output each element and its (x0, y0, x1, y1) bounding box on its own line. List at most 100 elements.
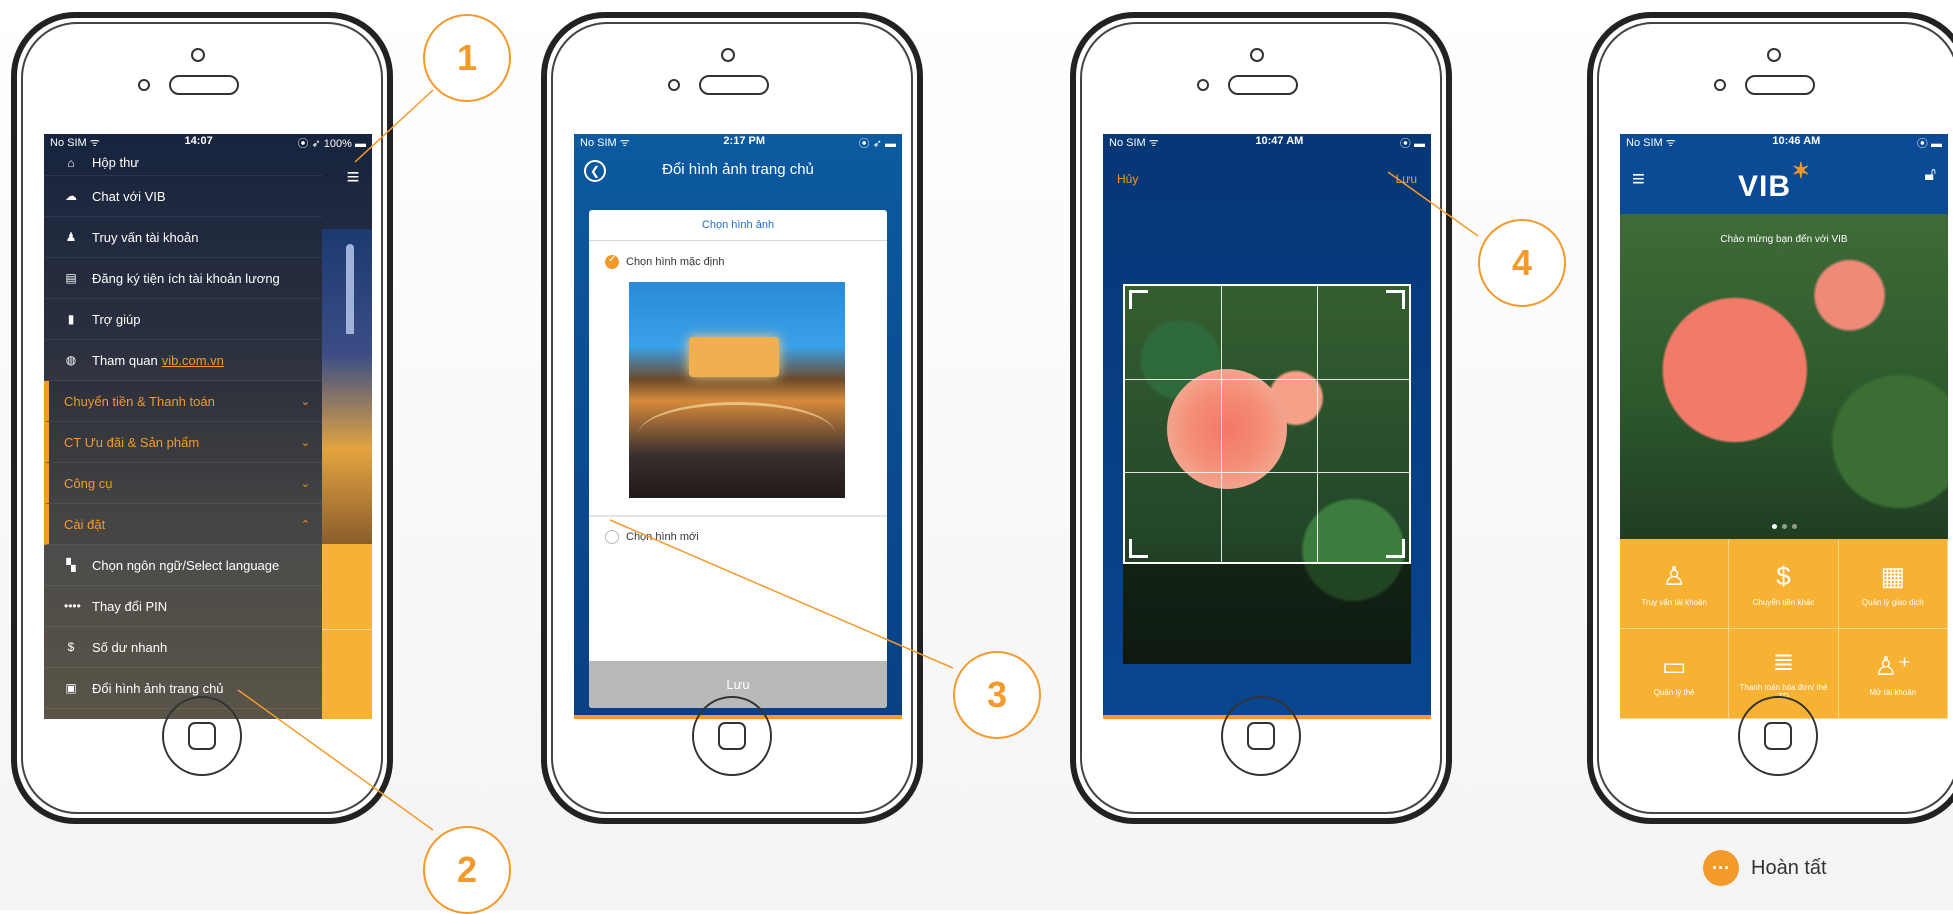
radio-unchecked-icon[interactable] (605, 530, 619, 544)
help-icon: ▮ (67, 312, 75, 326)
menu-item[interactable]: $ Số dư nhanh (44, 627, 322, 668)
status-right: ⦿ ➶ ▬ (858, 138, 896, 150)
grid-line (1221, 286, 1222, 562)
crop-dim-area (1123, 564, 1411, 664)
menu-item[interactable]: Cài đặt ⌃ (44, 504, 322, 545)
menu-item[interactable]: Công cụ ⌄ (44, 463, 322, 504)
image-icon: ▣ (65, 681, 77, 695)
crop-handle[interactable] (1129, 539, 1148, 558)
sensor-icon (668, 79, 680, 91)
grid-line (1125, 472, 1409, 473)
done-label: Hoàn tất (1751, 856, 1827, 879)
default-photo (629, 282, 845, 498)
status-bar: No SIM ᯤ 10:47 AM ⦿ ▬ (1103, 134, 1431, 150)
radio-checked-icon[interactable] (605, 254, 619, 269)
card-icon: ▭ (1661, 650, 1687, 681)
menu-item[interactable]: •••• Thay đổi PIN (44, 586, 322, 627)
option-new-label: Chọn hình mới (626, 531, 699, 543)
chevron-icon: ⌃ (300, 518, 310, 531)
tile-label: Mở tài khoản (1869, 687, 1917, 697)
menu-item[interactable]: ◍ Tham quan vib.com.vn (44, 340, 322, 381)
status-bar: No SIM ᯤ 14:07 ⦿ ➶ 100% ▬ (44, 134, 372, 150)
menu-item[interactable]: CT Ưu đãi & Sản phẩm ⌄ (44, 422, 322, 463)
camera-icon (1767, 48, 1781, 62)
grid-line (1125, 379, 1409, 380)
status-carrier: No SIM ᯤ (1109, 137, 1159, 149)
quick-action-tile[interactable]: $ Chuyển tiền khác (1729, 539, 1839, 629)
menu-item[interactable]: ▚ Chọn ngôn ngữ/Select language (44, 545, 322, 586)
lock-icon[interactable]: 🔓︎ (1924, 164, 1936, 185)
home-button[interactable] (162, 696, 242, 776)
sensor-icon (138, 79, 150, 91)
quick-action-tile[interactable]: ♙⁺ Mở tài khoản (1838, 629, 1948, 719)
status-bar: No SIM ᯤ 2:17 PM ⦿ ➶ ▬ (574, 134, 902, 150)
phone-3: No SIM ᯤ 10:47 AM ⦿ ▬ Hủy Lưu (1070, 12, 1452, 824)
menu-item-label: Thay đổi PIN (92, 598, 168, 614)
menu-item[interactable]: ☁ Chat với VIB (44, 176, 322, 217)
mailbox-icon: ⌂ (67, 155, 75, 170)
status-carrier: No SIM ᯤ (580, 137, 630, 149)
carousel-dot[interactable] (1771, 524, 1777, 529)
add-account-icon: ♙⁺ (1874, 650, 1912, 681)
account-icon: ♟ (65, 230, 77, 244)
menu-item-label: Truy vấn tài khoản (92, 229, 199, 245)
quick-action-tile[interactable]: ▦ Quản lý giao dịch (1838, 539, 1948, 629)
crop-handle[interactable] (1386, 539, 1405, 558)
option-default[interactable]: Chọn hình mặc định (605, 254, 724, 269)
background-city-image (322, 229, 372, 544)
screen-home: No SIM ᯤ 10:46 AM ⦿ ▬ ≡ VIB ✶ 🔓︎ Chào mừn… (1620, 134, 1948, 719)
menu-item[interactable]: Chuyển tiền & Thanh toán ⌄ (44, 381, 322, 422)
crop-handle[interactable] (1129, 290, 1148, 309)
menu-item-label: Đổi hình ảnh trang chủ (92, 680, 224, 696)
status-carrier: No SIM ᯤ (1626, 137, 1676, 149)
menu-item[interactable]: ▮ Trợ giúp (44, 299, 322, 340)
page-title: Đổi hình ảnh trang chủ (662, 160, 814, 178)
home-button[interactable] (1738, 696, 1818, 776)
status-right: ⦿ ➶ 100% ▬ (297, 138, 366, 150)
quick-actions-grid: ♙ Truy vấn tài khoản $ Chuyển tiền khác ▦ Quả… (1620, 539, 1948, 719)
crop-photo[interactable] (1123, 284, 1411, 664)
status-bar: No SIM ᯤ 10:46 AM ⦿ ▬ (1620, 134, 1948, 150)
menu-item-label: Chat với VIB (92, 188, 166, 204)
website-link[interactable]: vib.com.vn (162, 353, 224, 368)
menu-category-label: Công cụ (64, 475, 113, 491)
crop-frame[interactable] (1123, 284, 1411, 564)
status-carrier: No SIM ᯤ (50, 137, 100, 149)
vib-logo: VIB ✶ (1738, 158, 1810, 204)
menu-item[interactable]: ♟ Truy vấn tài khoản (44, 217, 322, 258)
crop-handle[interactable] (1386, 290, 1405, 309)
save-button[interactable]: Lưu (1396, 172, 1417, 186)
card-title: Chọn hình ảnh (589, 210, 887, 241)
tile-label: Quản lý thẻ (1653, 687, 1695, 697)
chat-icon: ☁ (65, 189, 77, 203)
home-button[interactable] (692, 696, 772, 776)
grid-line (1317, 286, 1318, 562)
balance-icon: $ (67, 640, 75, 654)
menu-item[interactable]: ⌂ Hộp thư (44, 150, 322, 176)
menu-item[interactable]: ▤ Đăng ký tiện ích tài khoản lương (44, 258, 322, 299)
menu-item-label: Đăng ký tiện ích tài khoản lương (92, 270, 280, 286)
carousel-dot[interactable] (1781, 524, 1787, 529)
menu-item-label: Trợ giúp (92, 311, 141, 327)
home-button[interactable] (1221, 696, 1301, 776)
camera-icon (1250, 48, 1264, 62)
screen-menu: No SIM ᯤ 14:07 ⦿ ➶ 100% ▬ ≡ ⌂ Hộp thư ☁ Cha… (44, 134, 372, 719)
globe-icon: ◍ (65, 353, 77, 367)
speaker-icon (1228, 75, 1298, 95)
chevron-icon: ⌄ (300, 395, 310, 408)
option-new[interactable]: Chọn hình mới (605, 530, 699, 544)
image-picker-card: Chọn hình ảnh Chọn hình mặc định Chọn hì… (589, 210, 887, 708)
background-tiles (322, 544, 372, 719)
hamburger-icon[interactable]: ≡ (340, 166, 366, 188)
tile-label: Truy vấn tài khoản (1641, 597, 1707, 607)
quick-action-tile[interactable]: ▭ Quản lý thẻ (1620, 629, 1730, 719)
status-time: 2:17 PM (723, 135, 765, 147)
screen-crop: No SIM ᯤ 10:47 AM ⦿ ▬ Hủy Lưu (1103, 134, 1431, 719)
cancel-button[interactable]: Hủy (1117, 172, 1138, 186)
speaker-icon (169, 75, 239, 95)
carousel-dot[interactable] (1791, 524, 1797, 529)
hamburger-icon[interactable]: ≡ (1632, 166, 1645, 192)
menu-item-label: Số dư nhanh (92, 639, 168, 655)
quick-action-tile[interactable]: ♙ Truy vấn tài khoản (1620, 539, 1730, 629)
step-badge-3: 3 (953, 651, 1041, 739)
